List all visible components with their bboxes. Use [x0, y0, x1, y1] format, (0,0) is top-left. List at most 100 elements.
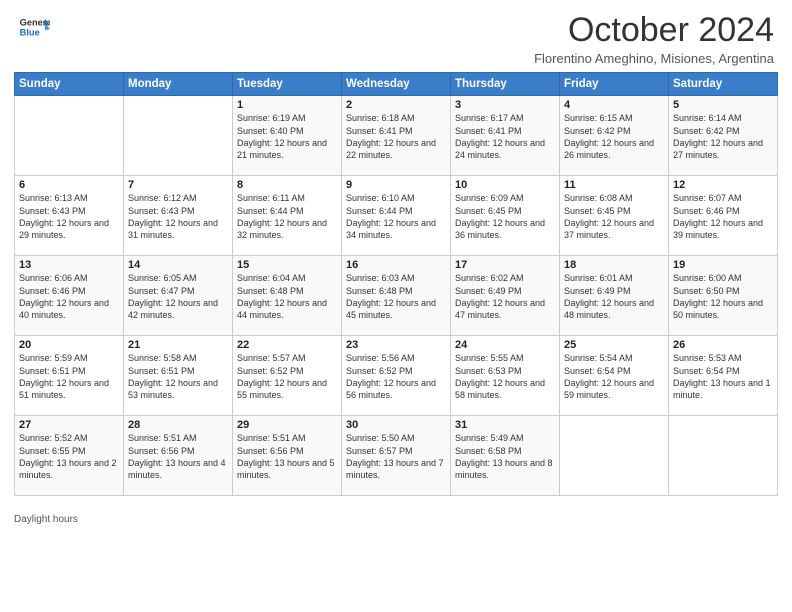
day-cell: 13Sunrise: 6:06 AM Sunset: 6:46 PM Dayli…	[15, 256, 124, 336]
day-number: 21	[128, 339, 228, 351]
day-info: Sunrise: 6:17 AM Sunset: 6:41 PM Dayligh…	[455, 112, 555, 161]
day-info: Sunrise: 6:11 AM Sunset: 6:44 PM Dayligh…	[237, 192, 337, 241]
day-number: 29	[237, 419, 337, 431]
day-cell: 27Sunrise: 5:52 AM Sunset: 6:55 PM Dayli…	[15, 416, 124, 496]
day-cell: 22Sunrise: 5:57 AM Sunset: 6:52 PM Dayli…	[233, 336, 342, 416]
logo: General Blue	[18, 12, 50, 44]
day-cell	[669, 416, 778, 496]
day-cell: 16Sunrise: 6:03 AM Sunset: 6:48 PM Dayli…	[342, 256, 451, 336]
day-cell: 28Sunrise: 5:51 AM Sunset: 6:56 PM Dayli…	[124, 416, 233, 496]
day-cell	[15, 96, 124, 176]
footer: Daylight hours	[0, 510, 792, 531]
day-info: Sunrise: 6:05 AM Sunset: 6:47 PM Dayligh…	[128, 272, 228, 321]
day-header: Sunday	[15, 73, 124, 96]
day-number: 4	[564, 99, 664, 111]
day-info: Sunrise: 6:08 AM Sunset: 6:45 PM Dayligh…	[564, 192, 664, 241]
day-number: 22	[237, 339, 337, 351]
day-cell: 29Sunrise: 5:51 AM Sunset: 6:56 PM Dayli…	[233, 416, 342, 496]
subtitle: Florentino Ameghino, Misiones, Argentina	[534, 51, 774, 66]
day-cell: 25Sunrise: 5:54 AM Sunset: 6:54 PM Dayli…	[560, 336, 669, 416]
day-info: Sunrise: 5:52 AM Sunset: 6:55 PM Dayligh…	[19, 432, 119, 481]
week-row: 6Sunrise: 6:13 AM Sunset: 6:43 PM Daylig…	[15, 176, 778, 256]
day-number: 11	[564, 179, 664, 191]
page: General Blue October 2024 Florentino Ame…	[0, 0, 792, 612]
day-info: Sunrise: 5:54 AM Sunset: 6:54 PM Dayligh…	[564, 352, 664, 401]
day-number: 16	[346, 259, 446, 271]
day-info: Sunrise: 6:10 AM Sunset: 6:44 PM Dayligh…	[346, 192, 446, 241]
day-info: Sunrise: 5:51 AM Sunset: 6:56 PM Dayligh…	[237, 432, 337, 481]
header: General Blue October 2024 Florentino Ame…	[0, 0, 792, 72]
day-number: 8	[237, 179, 337, 191]
day-info: Sunrise: 6:13 AM Sunset: 6:43 PM Dayligh…	[19, 192, 119, 241]
day-info: Sunrise: 5:50 AM Sunset: 6:57 PM Dayligh…	[346, 432, 446, 481]
day-info: Sunrise: 6:00 AM Sunset: 6:50 PM Dayligh…	[673, 272, 773, 321]
day-cell: 17Sunrise: 6:02 AM Sunset: 6:49 PM Dayli…	[451, 256, 560, 336]
day-info: Sunrise: 5:56 AM Sunset: 6:52 PM Dayligh…	[346, 352, 446, 401]
day-number: 9	[346, 179, 446, 191]
day-number: 17	[455, 259, 555, 271]
day-number: 18	[564, 259, 664, 271]
calendar-table: SundayMondayTuesdayWednesdayThursdayFrid…	[14, 72, 778, 496]
week-row: 1Sunrise: 6:19 AM Sunset: 6:40 PM Daylig…	[15, 96, 778, 176]
day-cell: 10Sunrise: 6:09 AM Sunset: 6:45 PM Dayli…	[451, 176, 560, 256]
day-info: Sunrise: 6:01 AM Sunset: 6:49 PM Dayligh…	[564, 272, 664, 321]
day-info: Sunrise: 6:07 AM Sunset: 6:46 PM Dayligh…	[673, 192, 773, 241]
logo-icon: General Blue	[18, 12, 50, 44]
day-cell: 26Sunrise: 5:53 AM Sunset: 6:54 PM Dayli…	[669, 336, 778, 416]
day-number: 25	[564, 339, 664, 351]
calendar-header: SundayMondayTuesdayWednesdayThursdayFrid…	[15, 73, 778, 96]
day-info: Sunrise: 5:59 AM Sunset: 6:51 PM Dayligh…	[19, 352, 119, 401]
day-info: Sunrise: 6:03 AM Sunset: 6:48 PM Dayligh…	[346, 272, 446, 321]
day-header: Saturday	[669, 73, 778, 96]
day-cell: 19Sunrise: 6:00 AM Sunset: 6:50 PM Dayli…	[669, 256, 778, 336]
day-number: 23	[346, 339, 446, 351]
day-cell: 18Sunrise: 6:01 AM Sunset: 6:49 PM Dayli…	[560, 256, 669, 336]
header-right: October 2024 Florentino Ameghino, Mision…	[534, 12, 774, 66]
day-number: 14	[128, 259, 228, 271]
day-header: Tuesday	[233, 73, 342, 96]
week-row: 20Sunrise: 5:59 AM Sunset: 6:51 PM Dayli…	[15, 336, 778, 416]
day-header: Wednesday	[342, 73, 451, 96]
day-number: 27	[19, 419, 119, 431]
day-info: Sunrise: 6:18 AM Sunset: 6:41 PM Dayligh…	[346, 112, 446, 161]
calendar-wrap: SundayMondayTuesdayWednesdayThursdayFrid…	[0, 72, 792, 510]
day-number: 28	[128, 419, 228, 431]
day-cell	[124, 96, 233, 176]
day-number: 10	[455, 179, 555, 191]
day-number: 24	[455, 339, 555, 351]
day-info: Sunrise: 6:14 AM Sunset: 6:42 PM Dayligh…	[673, 112, 773, 161]
day-cell: 8Sunrise: 6:11 AM Sunset: 6:44 PM Daylig…	[233, 176, 342, 256]
day-cell: 11Sunrise: 6:08 AM Sunset: 6:45 PM Dayli…	[560, 176, 669, 256]
day-cell: 31Sunrise: 5:49 AM Sunset: 6:58 PM Dayli…	[451, 416, 560, 496]
day-header: Thursday	[451, 73, 560, 96]
day-number: 7	[128, 179, 228, 191]
day-info: Sunrise: 6:02 AM Sunset: 6:49 PM Dayligh…	[455, 272, 555, 321]
day-cell	[560, 416, 669, 496]
day-number: 6	[19, 179, 119, 191]
day-info: Sunrise: 6:04 AM Sunset: 6:48 PM Dayligh…	[237, 272, 337, 321]
day-info: Sunrise: 5:49 AM Sunset: 6:58 PM Dayligh…	[455, 432, 555, 481]
day-cell: 21Sunrise: 5:58 AM Sunset: 6:51 PM Dayli…	[124, 336, 233, 416]
day-cell: 9Sunrise: 6:10 AM Sunset: 6:44 PM Daylig…	[342, 176, 451, 256]
day-cell: 12Sunrise: 6:07 AM Sunset: 6:46 PM Dayli…	[669, 176, 778, 256]
day-number: 26	[673, 339, 773, 351]
day-cell: 20Sunrise: 5:59 AM Sunset: 6:51 PM Dayli…	[15, 336, 124, 416]
day-info: Sunrise: 6:06 AM Sunset: 6:46 PM Dayligh…	[19, 272, 119, 321]
day-cell: 15Sunrise: 6:04 AM Sunset: 6:48 PM Dayli…	[233, 256, 342, 336]
day-cell: 3Sunrise: 6:17 AM Sunset: 6:41 PM Daylig…	[451, 96, 560, 176]
day-cell: 4Sunrise: 6:15 AM Sunset: 6:42 PM Daylig…	[560, 96, 669, 176]
day-number: 5	[673, 99, 773, 111]
calendar-body: 1Sunrise: 6:19 AM Sunset: 6:40 PM Daylig…	[15, 96, 778, 496]
day-number: 31	[455, 419, 555, 431]
day-number: 1	[237, 99, 337, 111]
day-cell: 24Sunrise: 5:55 AM Sunset: 6:53 PM Dayli…	[451, 336, 560, 416]
day-number: 19	[673, 259, 773, 271]
day-header: Monday	[124, 73, 233, 96]
day-number: 13	[19, 259, 119, 271]
day-cell: 14Sunrise: 6:05 AM Sunset: 6:47 PM Dayli…	[124, 256, 233, 336]
svg-text:Blue: Blue	[20, 28, 40, 38]
header-row: SundayMondayTuesdayWednesdayThursdayFrid…	[15, 73, 778, 96]
day-info: Sunrise: 6:12 AM Sunset: 6:43 PM Dayligh…	[128, 192, 228, 241]
day-cell: 1Sunrise: 6:19 AM Sunset: 6:40 PM Daylig…	[233, 96, 342, 176]
week-row: 27Sunrise: 5:52 AM Sunset: 6:55 PM Dayli…	[15, 416, 778, 496]
